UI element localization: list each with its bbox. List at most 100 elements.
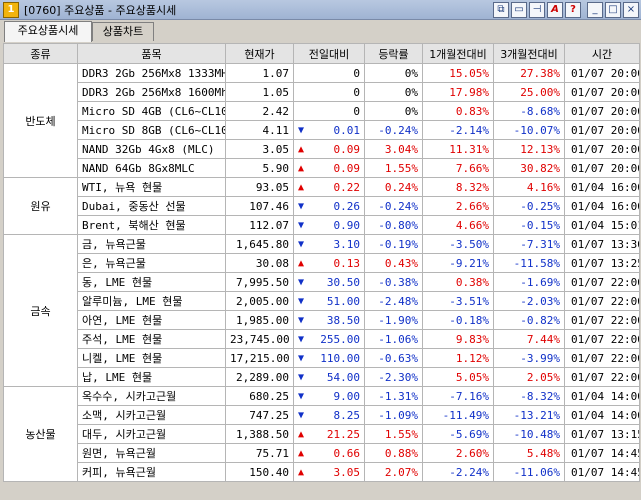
- header-3m-change[interactable]: 3개월전대비: [493, 43, 565, 64]
- window-title: [0760] 주요상품 - 주요상품시세: [24, 3, 177, 17]
- 1m-change-cell: 15.05%: [422, 63, 494, 83]
- header-rate[interactable]: 등락률: [364, 43, 423, 64]
- change-value: 0.66: [333, 446, 361, 460]
- price-cell: 5.90: [225, 158, 294, 178]
- table-row[interactable]: 농산물 옥수수, 시카고근월 680.25 ▼ 9.00 -1.31% -7.16% -8.3…: [3, 386, 640, 482]
- item-name-cell: DDR3 2Gb 256Mx8 1333MHz: [77, 63, 226, 83]
- 3m-change-cell: -10.48%: [493, 424, 565, 444]
- rate-cell: 2.07%: [364, 462, 423, 482]
- 3m-change-cell: 7.44%: [493, 329, 565, 349]
- change-value: 0.26: [333, 199, 361, 213]
- 3m-change-cell: -8.32%: [493, 386, 565, 406]
- 3m-change-cell: -11.06%: [493, 462, 565, 482]
- header-price[interactable]: 현재가: [225, 43, 294, 64]
- table-row[interactable]: Dubai, 중동산 선물 107.46 ▼ 0.26 -0.24% 2.66% -0.25…: [4, 196, 640, 216]
- 3m-change-cell: -11.58%: [493, 253, 565, 273]
- time-cell: 01/07 20:00: [564, 63, 640, 83]
- font-size-icon[interactable]: A: [547, 1, 563, 18]
- down-triangle-icon: ▼: [298, 238, 305, 250]
- table-row[interactable]: 대두, 시카고근월 1,388.50 ▲ 21.25 1.55% -5.69% -10.48…: [4, 424, 640, 444]
- change-value: 110.00: [320, 351, 360, 365]
- 3m-change-cell: -0.82%: [493, 310, 565, 330]
- item-name-cell: 원면, 뉴욕근월: [77, 443, 226, 463]
- 1m-change-cell: -2.24%: [422, 462, 494, 482]
- change-cell: ▼ 30.50: [293, 272, 365, 292]
- table-row[interactable]: NAND 32Gb 4Gx8 (MLC) 3.05 ▲ 0.09 3.04% 11.31%…: [4, 139, 640, 159]
- item-name-cell: 아연, LME 현물: [77, 310, 226, 330]
- table-row[interactable]: 은, 뉴욕근물 30.08 ▲ 0.13 0.43% -9.21% -11.58% 01/07…: [4, 253, 640, 273]
- table-row[interactable]: 니켈, LME 현물 17,215.00 ▼ 110.00 -0.63% 1.12% -3.…: [4, 348, 640, 368]
- item-name-cell: 소맥, 시카고근월: [77, 405, 226, 425]
- time-cell: 01/07 20:00: [564, 158, 640, 178]
- table-row[interactable]: 커피, 뉴욕근월 150.40 ▲ 3.05 2.07% -2.24% -11.06% 01/…: [4, 462, 640, 482]
- change-cell: 0: [293, 63, 365, 83]
- header-1m-change[interactable]: 1개월전대비: [422, 43, 494, 64]
- 3m-change-cell: 25.00%: [493, 82, 565, 102]
- change-value: 0: [353, 85, 360, 99]
- table-row[interactable]: 알루미늄, LME 현물 2,005.00 ▼ 51.00 -2.48% -3.51% -2…: [4, 291, 640, 311]
- 3m-change-cell: 4.16%: [493, 177, 565, 197]
- change-value: 0: [353, 66, 360, 80]
- item-name-cell: 옥수수, 시카고근월: [77, 386, 226, 406]
- table-row[interactable]: 아연, LME 현물 1,985.00 ▼ 38.50 -1.90% -0.18% -0.8…: [4, 310, 640, 330]
- down-triangle-icon: ▼: [298, 333, 305, 345]
- tab-commodity-chart[interactable]: 상품차트: [92, 22, 154, 41]
- price-cell: 93.05: [225, 177, 294, 197]
- time-cell: 01/04 15:01: [564, 215, 640, 235]
- table-row[interactable]: 원면, 뉴욕근월 75.71 ▲ 0.66 0.88% 2.60% 5.48% 01/07 1…: [4, 443, 640, 463]
- table-row[interactable]: DDR3 2Gb 256Mx8 1600Mhz 1.05 0 0% 17.98% 25.0…: [4, 82, 640, 102]
- header-item[interactable]: 품목: [77, 43, 226, 64]
- 3m-change-cell: -13.21%: [493, 405, 565, 425]
- help-icon[interactable]: ?: [565, 1, 581, 18]
- table-row[interactable]: Micro SD 4GB (CL6~CL10) 2.42 0 0% 0.83% -8.68…: [4, 101, 640, 121]
- change-value: 0: [353, 104, 360, 118]
- 1m-change-cell: 2.66%: [422, 196, 494, 216]
- 1m-change-cell: -7.16%: [422, 386, 494, 406]
- change-cell: ▲ 0.22: [293, 177, 365, 197]
- 1m-change-cell: 1.12%: [422, 348, 494, 368]
- time-cell: 01/07 20:00: [564, 101, 640, 121]
- down-triangle-icon: ▼: [298, 390, 305, 402]
- category-cell: 반도체: [3, 63, 78, 178]
- 1m-change-cell: 7.66%: [422, 158, 494, 178]
- close-icon[interactable]: ×: [623, 1, 639, 18]
- link-window-icon[interactable]: ⧉: [493, 1, 509, 18]
- item-name-cell: NAND 32Gb 4Gx8 (MLC): [77, 139, 226, 159]
- new-window-icon[interactable]: ▭: [511, 1, 527, 18]
- table-row[interactable]: 소맥, 시카고근월 747.25 ▼ 8.25 -1.09% -11.49% -13.21%…: [4, 405, 640, 425]
- up-triangle-icon: ▲: [298, 447, 305, 459]
- table-row[interactable]: 원유 WTI, 뉴욕 현물 93.05 ▲ 0.22 0.24% 8.32% 4.16% 01/…: [3, 177, 640, 235]
- time-cell: 01/07 22:00: [564, 367, 640, 387]
- tab-bar: 주요상품시세 상품차트: [0, 21, 641, 42]
- table-row[interactable]: Micro SD 8GB (CL6~CL10) 4.11 ▼ 0.01 -0.24% -2…: [4, 120, 640, 140]
- change-cell: ▲ 0.13: [293, 253, 365, 273]
- table-row[interactable]: 주석, LME 현물 23,745.00 ▼ 255.00 -1.06% 9.83% 7.4…: [4, 329, 640, 349]
- time-cell: 01/07 22:00: [564, 348, 640, 368]
- change-value: 8.25: [333, 408, 361, 422]
- header-time[interactable]: 시간: [564, 43, 640, 64]
- 1m-change-cell: -2.14%: [422, 120, 494, 140]
- table-header-row: 종류 품목 현재가 전일대비 등락률 1개월전대비 3개월전대비 시간: [3, 43, 640, 64]
- table-row[interactable]: 반도체 DDR3 2Gb 256Mx8 1333MHz 1.07 0 0% 15.05% 2…: [3, 63, 640, 178]
- table-row[interactable]: 납, LME 현물 2,289.00 ▼ 54.00 -2.30% 5.05% 2.05% 0…: [4, 367, 640, 387]
- item-name-cell: DDR3 2Gb 256Mx8 1600Mhz: [77, 82, 226, 102]
- table-row[interactable]: 동, LME 현물 7,995.50 ▼ 30.50 -0.38% 0.38% -1.69%…: [4, 272, 640, 292]
- table-row[interactable]: Brent, 북해산 현물 112.07 ▼ 0.90 -0.80% 4.66% -0.15…: [4, 215, 640, 235]
- time-cell: 01/07 20:00: [564, 120, 640, 140]
- maximize-icon[interactable]: □: [605, 1, 621, 18]
- 3m-change-cell: -1.69%: [493, 272, 565, 292]
- table-row[interactable]: 금속 금, 뉴욕근물 1,645.80 ▼ 3.10 -0.19% -3.50% -7.31%…: [3, 234, 640, 387]
- time-cell: 01/07 13:25: [564, 253, 640, 273]
- change-value: 54.00: [326, 370, 360, 384]
- header-change[interactable]: 전일대비: [293, 43, 365, 64]
- pin-icon[interactable]: ⊣: [529, 1, 545, 18]
- table-row[interactable]: NAND 64Gb 8Gx8MLC 5.90 ▲ 0.09 1.55% 7.66% 30.8…: [4, 158, 640, 178]
- minimize-icon[interactable]: _: [587, 1, 603, 18]
- tab-commodity-prices[interactable]: 주요상품시세: [4, 21, 92, 42]
- change-cell: ▲ 0.66: [293, 443, 365, 463]
- header-category[interactable]: 종류: [3, 43, 78, 64]
- change-value: 38.50: [326, 313, 360, 327]
- change-value: 3.10: [333, 237, 361, 251]
- down-triangle-icon: ▼: [298, 124, 305, 136]
- price-cell: 2,289.00: [225, 367, 294, 387]
